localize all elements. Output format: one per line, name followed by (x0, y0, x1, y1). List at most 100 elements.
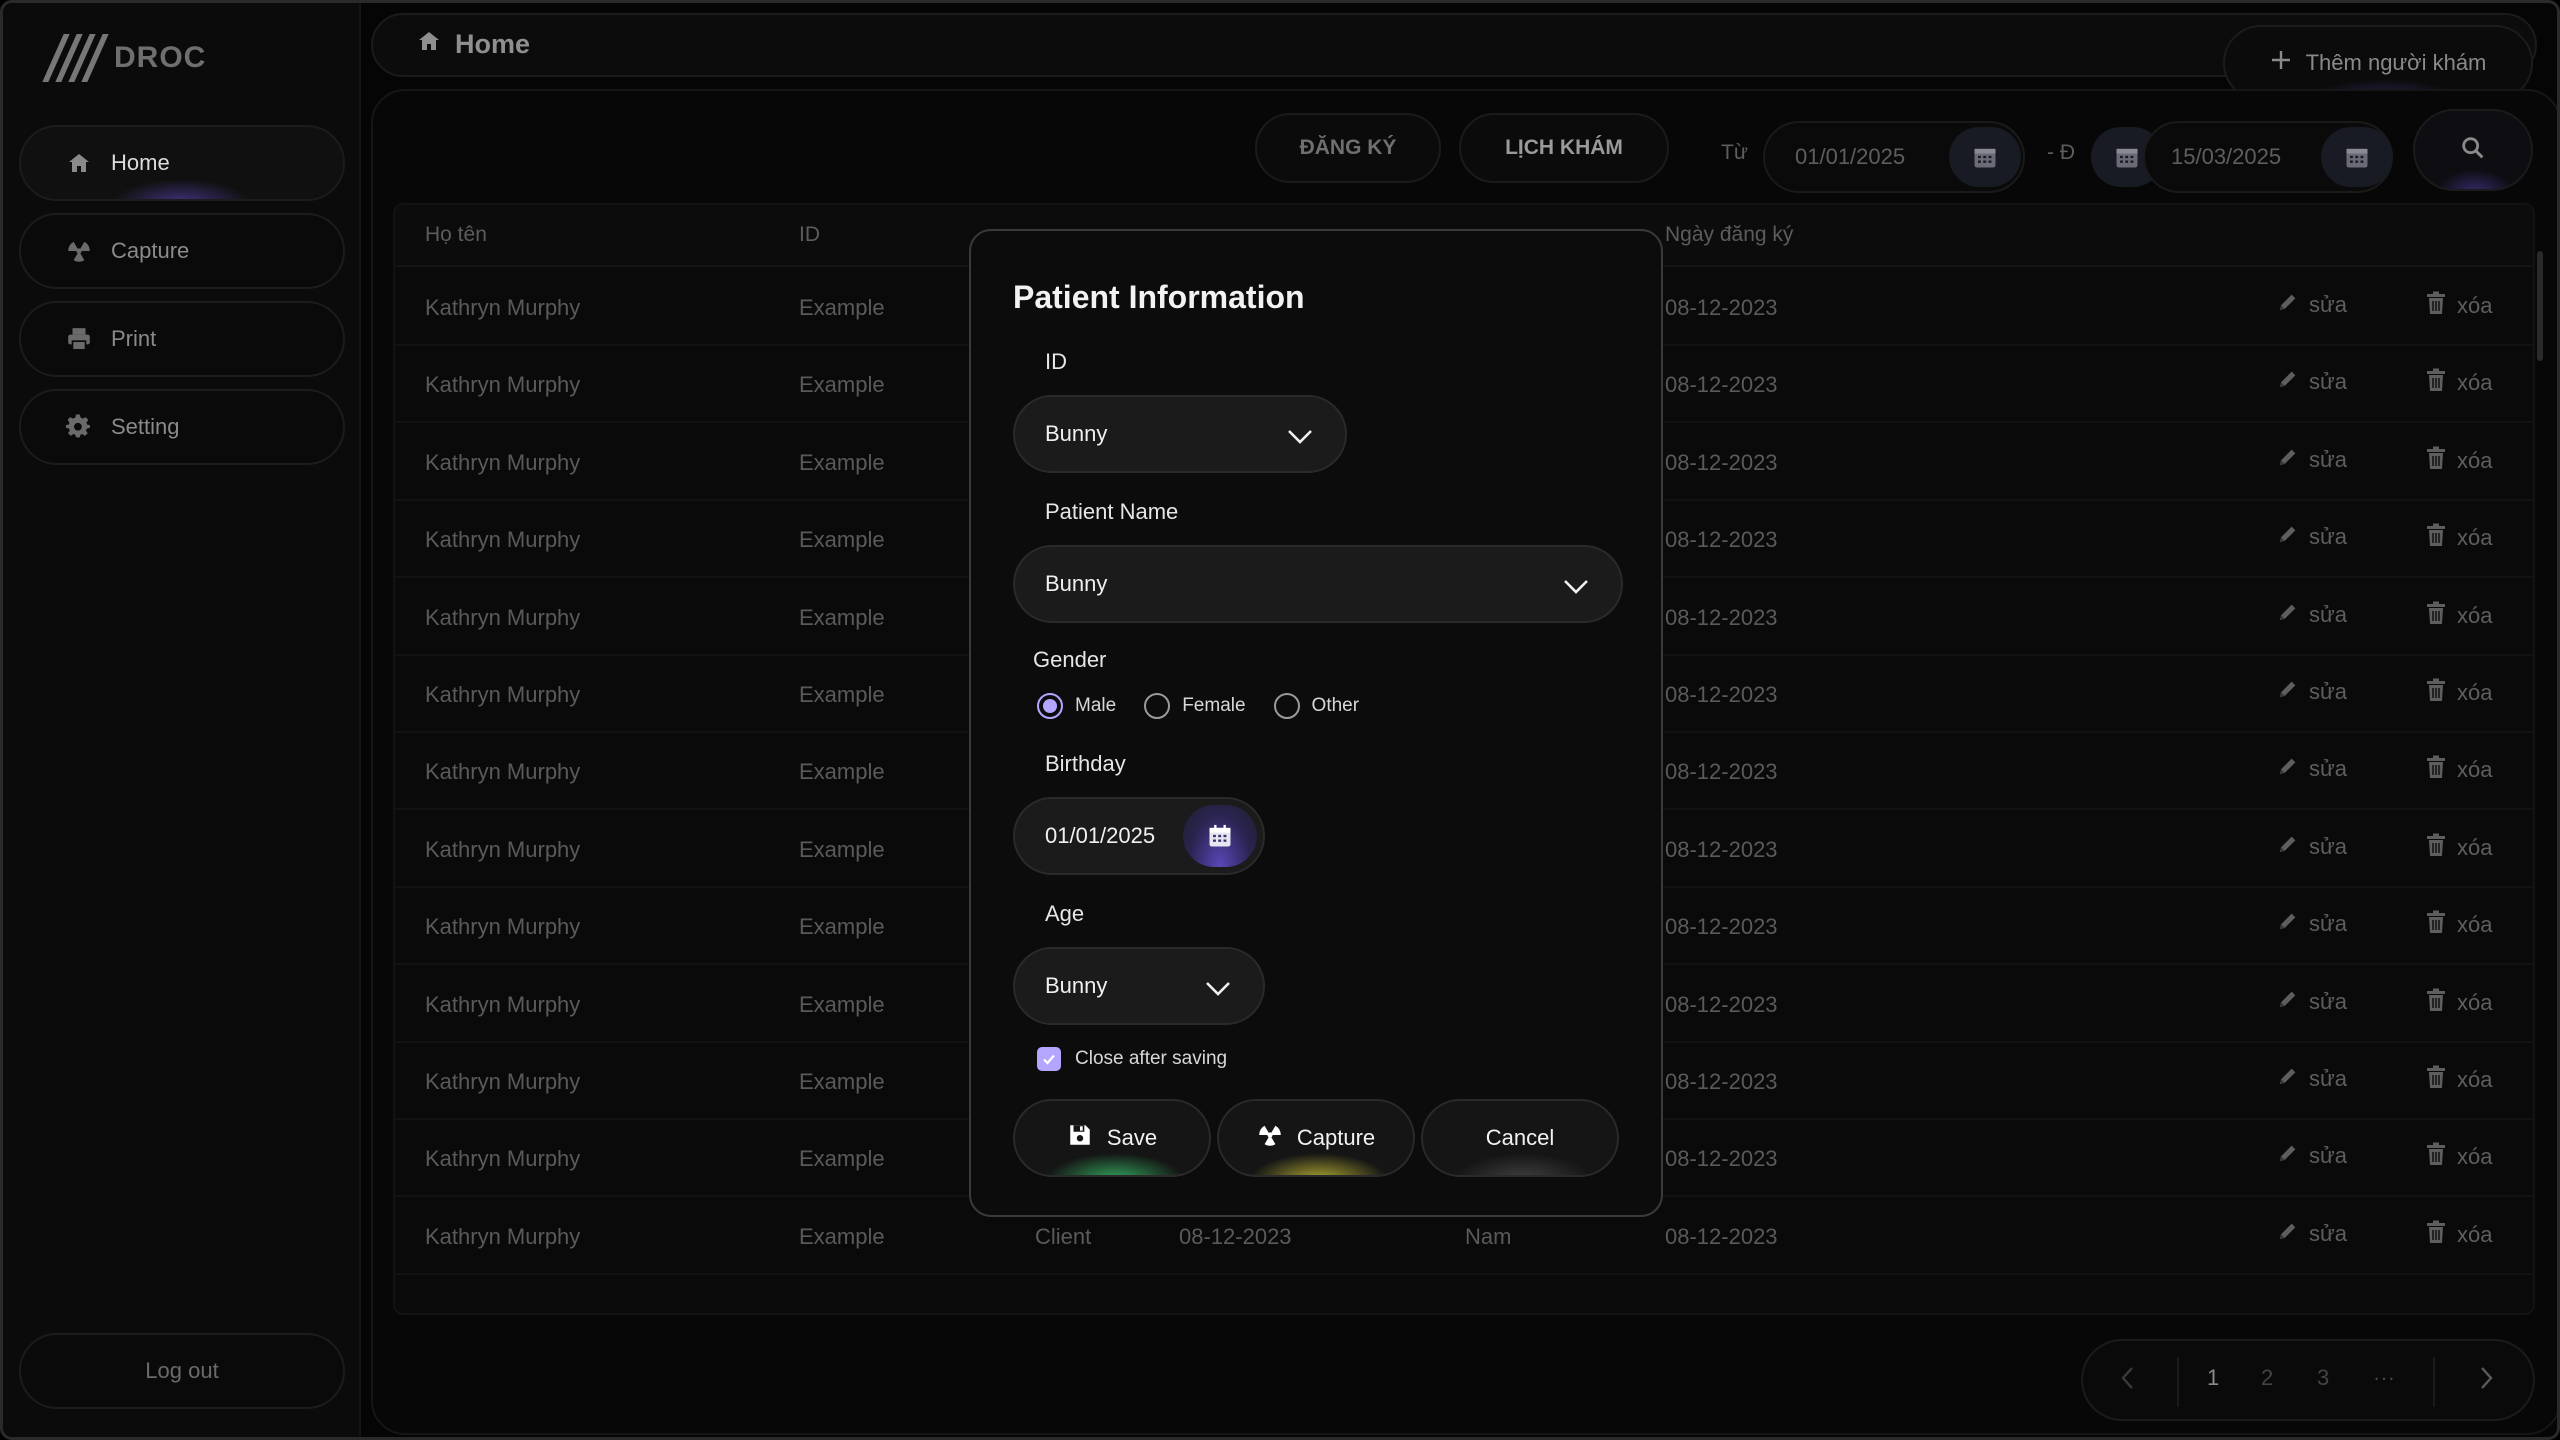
edit-button[interactable]: sửa (2277, 678, 2347, 706)
chevron-left-icon[interactable] (2119, 1365, 2135, 1397)
cell-reg-date: 08-12-2023 (1665, 449, 1778, 475)
delete-label: xóa (2457, 1144, 2493, 1170)
chevron-down-icon (1288, 430, 1312, 444)
edit-button[interactable]: sửa (2277, 833, 2347, 861)
patient-name-label: Patient Name (1045, 499, 1179, 524)
column-header-reg-date: Ngày đăng ký (1665, 223, 1794, 246)
cell-reg-date: 08-12-2023 (1665, 1223, 1778, 1249)
age-select[interactable]: Bunny (1013, 947, 1265, 1025)
chevron-down-icon (1206, 982, 1230, 996)
cell-name: Kathryn Murphy (425, 449, 581, 475)
delete-button[interactable]: xóa (2425, 1065, 2492, 1095)
radio-female[interactable] (1144, 693, 1171, 719)
patient-name-select[interactable]: Bunny (1013, 545, 1623, 623)
sidebar-item-home[interactable]: Home (19, 125, 345, 201)
pencil-icon (2277, 678, 2299, 706)
plus-icon (2270, 49, 2292, 77)
sidebar-item-setting[interactable]: Setting (19, 389, 345, 465)
sidebar: DROC Home Capture Print Setting Log out (3, 3, 361, 1437)
tab-register[interactable]: ĐĂNG KÝ (1255, 113, 1441, 183)
edit-button[interactable]: sửa (2277, 988, 2347, 1016)
from-label: Từ (1721, 141, 1748, 164)
gender-option-female[interactable]: Female (1144, 693, 1246, 719)
cell-name: Kathryn Murphy (425, 1069, 581, 1094)
cell-id: Example (799, 527, 885, 553)
delete-button[interactable]: xóa (2425, 988, 2492, 1018)
page-2[interactable]: 2 (2261, 1365, 2273, 1391)
delete-button[interactable]: xóa (2425, 678, 2492, 708)
save-button[interactable]: Save (1013, 1099, 1211, 1177)
page-ellipsis[interactable]: ··· (2373, 1365, 2395, 1391)
search-button[interactable] (2413, 109, 2533, 191)
delete-button[interactable]: xóa (2425, 910, 2492, 940)
edit-button[interactable]: sửa (2277, 1220, 2347, 1248)
cell-gender: Nam (1465, 1223, 1512, 1249)
edit-button[interactable]: sửa (2277, 910, 2347, 938)
radio-male[interactable] (1037, 693, 1063, 719)
cell-name: Kathryn Murphy (425, 1223, 581, 1249)
chevron-right-icon[interactable] (2479, 1365, 2495, 1397)
delete-button[interactable]: xóa (2425, 1142, 2492, 1172)
delete-button[interactable]: xóa (2425, 446, 2492, 476)
trash-icon (2425, 446, 2447, 476)
to-date-value: 15/03/2025 (2171, 144, 2282, 169)
gear-icon (65, 413, 93, 441)
radio-other[interactable] (1273, 693, 1300, 719)
pager-divider (2177, 1357, 2179, 1407)
calendar-icon[interactable] (1949, 127, 2021, 187)
id-value: Bunny (1045, 421, 1108, 446)
cell-id: Example (799, 914, 885, 940)
cell-reg-date: 08-12-2023 (1665, 836, 1778, 862)
gender-option-male[interactable]: Male (1037, 693, 1116, 719)
pencil-icon (2277, 1065, 2299, 1093)
table-scrollbar[interactable] (2537, 251, 2543, 361)
cancel-button[interactable]: Cancel (1421, 1099, 1619, 1177)
edit-button[interactable]: sửa (2277, 601, 2347, 629)
column-header-id: ID (799, 223, 820, 246)
edit-button[interactable]: sửa (2277, 523, 2347, 551)
delete-button[interactable]: xóa (2425, 1220, 2492, 1250)
cell-id: Example (799, 991, 885, 1017)
edit-button[interactable]: sửa (2277, 368, 2347, 396)
pencil-icon (2277, 988, 2299, 1016)
cell-reg-date: 08-12-2023 (1665, 372, 1778, 398)
close-after-saving-checkbox[interactable] (1037, 1047, 1061, 1071)
logo-mark-icon (42, 34, 109, 82)
cancel-label: Cancel (1485, 1125, 1555, 1150)
gender-option-other[interactable]: Other (1273, 693, 1359, 719)
birthday-field[interactable]: 01/01/2025 (1013, 797, 1265, 875)
delete-button[interactable]: xóa (2425, 368, 2492, 398)
page-1[interactable]: 1 (2207, 1365, 2219, 1391)
page-3[interactable]: 3 (2317, 1365, 2329, 1391)
delete-button[interactable]: xóa (2425, 601, 2492, 631)
gender-label: Gender (1033, 647, 1107, 672)
delete-button[interactable]: xóa (2425, 755, 2492, 785)
delete-label: xóa (2457, 757, 2493, 783)
delete-label: xóa (2457, 989, 2493, 1015)
age-label: Age (1045, 901, 1085, 926)
delete-button[interactable]: xóa (2425, 291, 2492, 321)
capture-label: Capture (1296, 1125, 1376, 1150)
logout-button[interactable]: Log out (19, 1333, 345, 1409)
trash-icon (2425, 910, 2447, 940)
capture-button[interactable]: Capture (1217, 1099, 1415, 1177)
calendar-icon[interactable] (2321, 127, 2393, 187)
edit-button[interactable]: sửa (2277, 446, 2347, 474)
edit-button[interactable]: sửa (2277, 755, 2347, 783)
gender-radio-group: Male Female Other (1037, 693, 1387, 719)
pencil-icon (2277, 755, 2299, 783)
edit-button[interactable]: sửa (2277, 1142, 2347, 1170)
cell-id: Example (799, 449, 885, 475)
tab-schedule[interactable]: LỊCH KHÁM (1459, 113, 1669, 183)
sidebar-item-print[interactable]: Print (19, 301, 345, 377)
edit-button[interactable]: sửa (2277, 1065, 2347, 1093)
id-select[interactable]: Bunny (1013, 395, 1347, 473)
close-after-saving-option[interactable]: Close after saving (1037, 1047, 1227, 1071)
calendar-icon[interactable] (1183, 805, 1257, 867)
sidebar-item-capture[interactable]: Capture (19, 213, 345, 289)
delete-button[interactable]: xóa (2425, 523, 2492, 553)
delete-button[interactable]: xóa (2425, 833, 2492, 863)
pencil-icon (2277, 523, 2299, 551)
edit-button[interactable]: sửa (2277, 291, 2347, 319)
trash-icon (2425, 291, 2447, 321)
